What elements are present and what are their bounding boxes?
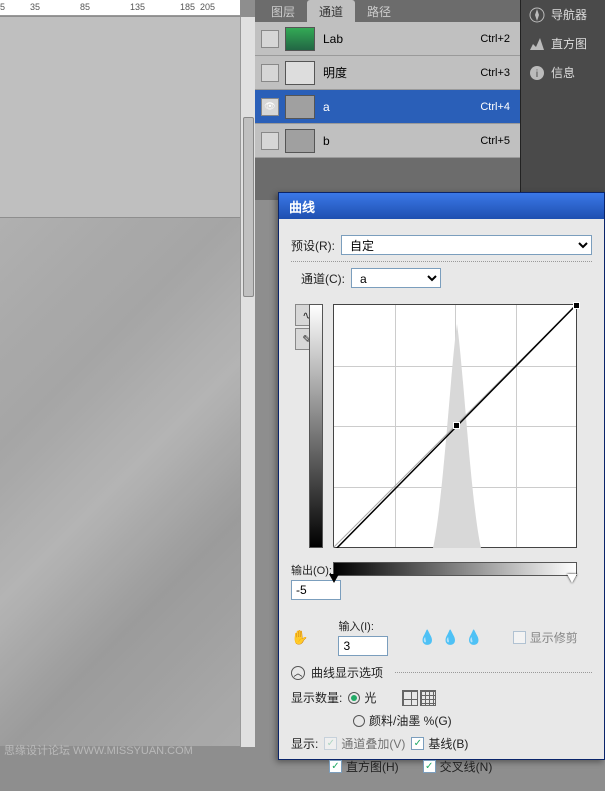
info-icon: i: [529, 65, 545, 81]
display-options-toggle[interactable]: ︿ 曲线显示选项: [291, 664, 592, 681]
channel-shortcut: Ctrl+2: [480, 33, 510, 45]
channel-select[interactable]: a: [351, 268, 441, 288]
intersection-check[interactable]: 交叉线(N): [423, 758, 493, 775]
visibility-toggle[interactable]: [261, 98, 279, 116]
channel-shortcut: Ctrl+5: [480, 135, 510, 147]
histogram-shape: [433, 324, 481, 548]
hist-label: 直方图: [551, 35, 587, 52]
curves-dialog: 曲线 预设(R): 自定 通道(C): a ∿ ✎: [278, 192, 605, 760]
scroll-thumb[interactable]: [243, 117, 254, 297]
channel-thumb: [285, 129, 315, 153]
channel-shortcut: Ctrl+4: [480, 101, 510, 113]
output-gradient: [309, 304, 323, 548]
output-input[interactable]: [291, 580, 341, 600]
channel-name: Lab: [323, 32, 480, 46]
histogram-button[interactable]: 直方图: [521, 29, 605, 58]
info-button[interactable]: i 信息: [521, 58, 605, 87]
info-label: 信息: [551, 64, 575, 81]
panel-tabstrip: 图层 通道 路径: [255, 0, 520, 22]
channel-label: 通道(C):: [301, 270, 345, 287]
light-radio[interactable]: 光: [348, 689, 376, 706]
right-icon-panel: 导航器 直方图 i 信息: [520, 0, 605, 200]
preset-label: 预设(R):: [291, 237, 335, 254]
channel-list: Lab Ctrl+2 明度 Ctrl+3 a Ctrl+4 b Ctrl+5: [255, 22, 520, 158]
chevron-up-icon: ︿: [291, 666, 305, 680]
watermark-text: 思缘设计论坛 WWW.MISSYUAN.COM: [4, 742, 193, 758]
channels-panel: 图层 通道 路径 Lab Ctrl+2 明度 Ctrl+3 a Ctrl+4 b…: [255, 0, 520, 200]
visibility-toggle[interactable]: [261, 132, 279, 150]
gray-eyedropper[interactable]: 💧: [442, 629, 459, 646]
nav-label: 导航器: [551, 6, 587, 23]
show-clipping-check[interactable]: 显示修剪: [513, 629, 578, 646]
white-slider[interactable]: [567, 574, 577, 583]
input-label: 输入(I):: [338, 618, 388, 634]
histogram-icon: [529, 36, 545, 52]
canvas-image[interactable]: [0, 218, 240, 746]
channel-row-lab[interactable]: Lab Ctrl+2: [255, 22, 520, 56]
navigator-button[interactable]: 导航器: [521, 0, 605, 29]
channel-thumb: [285, 61, 315, 85]
grid-fine-button[interactable]: [420, 690, 436, 706]
curve-editor[interactable]: ∿ ✎: [327, 294, 577, 558]
visibility-toggle[interactable]: [261, 30, 279, 48]
channel-shortcut: Ctrl+3: [480, 67, 510, 79]
dialog-titlebar[interactable]: 曲线: [279, 193, 604, 219]
horizontal-ruler: 5 35 85 135 185 205: [0, 0, 240, 16]
tab-paths[interactable]: 路径: [355, 0, 403, 22]
show-label: 显示:: [291, 735, 318, 752]
checkbox-icon: [513, 631, 526, 644]
target-adjust-tool[interactable]: ✋: [291, 629, 308, 646]
histogram-check[interactable]: 直方图(H): [329, 758, 399, 775]
canvas-blank-area: [0, 17, 240, 217]
black-slider[interactable]: [329, 574, 339, 583]
input-gradient: [333, 562, 577, 576]
visibility-toggle[interactable]: [261, 64, 279, 82]
vertical-scrollbar[interactable]: [240, 17, 255, 747]
curve-point-mid[interactable]: [453, 422, 460, 429]
channel-thumb: [285, 95, 315, 119]
baseline-check[interactable]: 基线(B): [411, 735, 468, 752]
white-eyedropper[interactable]: 💧: [465, 629, 482, 646]
channel-name: 明度: [323, 64, 480, 81]
amount-label: 显示数量:: [291, 689, 342, 706]
svg-text:i: i: [536, 69, 538, 80]
grid-coarse-button[interactable]: [402, 690, 418, 706]
channel-row-b[interactable]: b Ctrl+5: [255, 124, 520, 158]
tab-layers[interactable]: 图层: [259, 0, 307, 22]
channel-name: b: [323, 134, 480, 148]
input-input[interactable]: [338, 636, 388, 656]
overlay-check[interactable]: 通道叠加(V): [324, 735, 405, 752]
preset-select[interactable]: 自定: [341, 235, 592, 255]
channel-thumb: [285, 27, 315, 51]
compass-icon: [529, 7, 545, 23]
channel-row-a[interactable]: a Ctrl+4: [255, 90, 520, 124]
black-eyedropper[interactable]: 💧: [418, 629, 435, 646]
tab-channels[interactable]: 通道: [307, 0, 355, 22]
channel-name: a: [323, 100, 480, 114]
curve-point-white[interactable]: [573, 302, 580, 309]
channel-row-lightness[interactable]: 明度 Ctrl+3: [255, 56, 520, 90]
pigment-radio[interactable]: 颜料/油墨 %(G): [353, 712, 452, 729]
